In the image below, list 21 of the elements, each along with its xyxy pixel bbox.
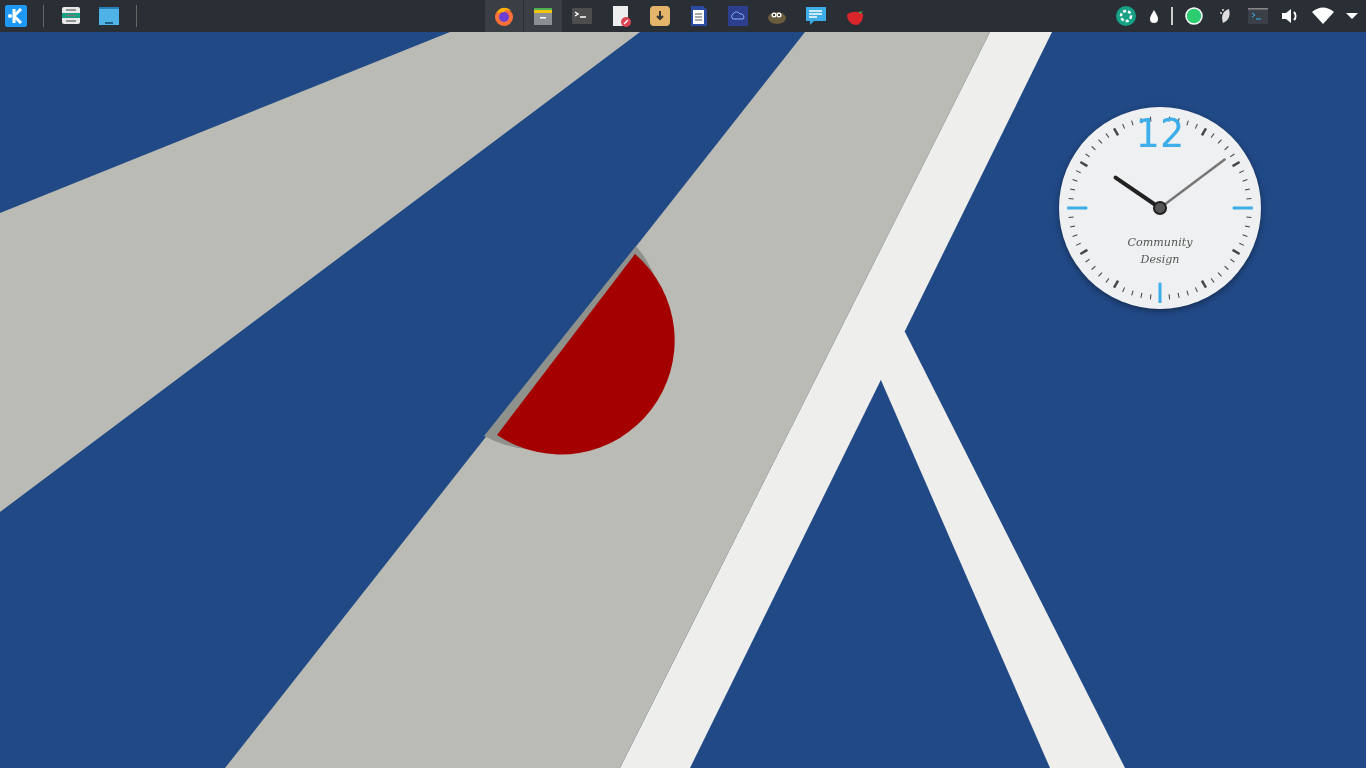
task-button[interactable] <box>524 0 562 32</box>
clock-numeral: 12 <box>1135 111 1185 157</box>
page-pencil-icon <box>610 5 632 27</box>
desktop-icon[interactable] <box>98 5 120 27</box>
aperture-icon[interactable] <box>1115 5 1137 27</box>
wifi-icon[interactable] <box>1311 7 1335 25</box>
task-button[interactable] <box>485 0 523 32</box>
app-launcher-icon[interactable] <box>5 5 27 27</box>
chat-icon <box>805 5 827 27</box>
cloud-icon <box>727 5 749 27</box>
terminal-icon[interactable] <box>1247 5 1269 27</box>
status-dot-icon[interactable] <box>1183 5 1205 27</box>
terminal-icon <box>571 5 593 27</box>
document-icon <box>688 5 710 27</box>
drawer-icon <box>532 5 554 27</box>
download-icon <box>649 5 671 27</box>
list-icon[interactable] <box>60 5 82 27</box>
clock-caption: Community <box>1127 236 1193 250</box>
clock-caption: Design <box>1140 252 1180 266</box>
drop-icon[interactable] <box>1147 8 1161 24</box>
fox-globe-icon <box>493 5 515 27</box>
